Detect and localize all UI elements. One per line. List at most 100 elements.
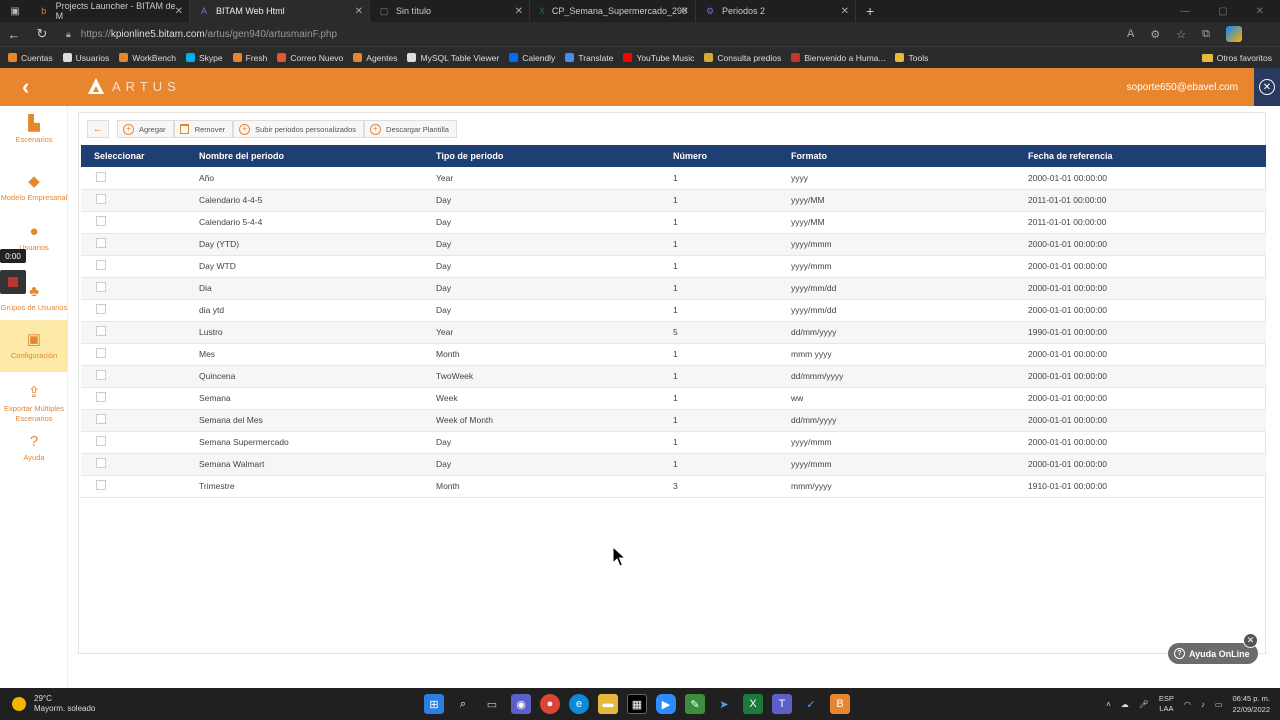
col-header-select[interactable]: Seleccionar (81, 145, 199, 167)
start-icon[interactable]: ⊞ (424, 694, 444, 714)
bookmark-item[interactable]: Agentes (353, 53, 397, 63)
nav-item[interactable]: ◆ Modelo Empresarial (0, 164, 68, 212)
browser-tab[interactable]: A BITAM Web Html ✕ (190, 0, 370, 22)
nav-item[interactable]: ⇪ Exportar Múltiples Escenarios (0, 376, 68, 432)
row-checkbox[interactable] (96, 348, 106, 358)
battery-icon[interactable]: ▭ (1215, 700, 1223, 709)
browser-tab[interactable]: b Projects Launcher - BITAM de M ✕ (30, 0, 190, 22)
col-header-type[interactable]: Tipo de periodo (436, 145, 673, 167)
teams-icon[interactable]: T (772, 694, 792, 714)
row-checkbox[interactable] (96, 392, 106, 402)
search-icon[interactable]: ⌕ (453, 694, 473, 714)
remove-button[interactable]: Remover (173, 120, 234, 138)
collections-icon[interactable]: ⧉ (1202, 28, 1210, 41)
bing-icon[interactable] (1226, 26, 1242, 42)
new-tab-icon[interactable]: + (866, 3, 874, 19)
close-window-icon[interactable]: ✕ (1256, 6, 1264, 17)
browser-tab[interactable]: X CP_Semana_Supermercado_290 ✕ (530, 0, 696, 22)
help-online-button[interactable]: ? Ayuda OnLine (1168, 643, 1258, 664)
notepad-icon[interactable]: ✎ (685, 694, 705, 714)
bookmark-item[interactable]: Tools (895, 53, 928, 63)
edge-icon[interactable]: e (569, 694, 589, 714)
app-icon[interactable]: ▦ (627, 694, 647, 714)
maximize-icon[interactable]: ▢ (1218, 6, 1227, 17)
row-checkbox[interactable] (96, 326, 106, 336)
upload-periods-button[interactable]: + Subir periodos personalizados (233, 120, 365, 138)
cloud-icon[interactable]: ☁ (1121, 700, 1129, 709)
bookmark-item[interactable]: YouTube Music (623, 53, 694, 63)
taskbar-clock[interactable]: 06:45 p. m. 22/09/2022 (1232, 693, 1270, 715)
task-view-icon[interactable]: ▭ (482, 694, 502, 714)
todo-icon[interactable]: ✓ (801, 694, 821, 714)
bookmark-item[interactable]: Fresh (232, 53, 267, 63)
read-aloud-icon[interactable]: A (1127, 28, 1134, 40)
recording-stop-button[interactable] (0, 270, 26, 294)
nav-item[interactable]: ? Ayuda (0, 432, 68, 464)
weather-widget[interactable]: 29°C Mayorm. soleado (12, 694, 95, 714)
bookmark-item[interactable]: Calendly (509, 53, 555, 63)
nav-item[interactable]: ▙ Escenarios (0, 110, 68, 150)
volume-icon[interactable]: ♪ (1201, 700, 1205, 709)
user-email[interactable]: soporte650@ebavel.com (1127, 82, 1238, 93)
table-row[interactable]: Lustro Year 5 dd/mm/yyyy 1990-01-01 00:00:00 (81, 321, 1266, 344)
row-checkbox[interactable] (96, 216, 106, 226)
table-row[interactable]: Año Year 1 yyyy 2000-01-01 00:00:00 (81, 167, 1266, 190)
tab-close-icon[interactable]: ✕ (175, 6, 183, 17)
row-checkbox[interactable] (96, 304, 106, 314)
tab-close-icon[interactable]: ✕ (681, 6, 689, 17)
logout-button[interactable]: ✕ (1254, 68, 1280, 106)
download-template-button[interactable]: + Descargar Plantilla (364, 120, 457, 138)
table-row[interactable]: Dia Day 1 yyyy/mm/dd 2000-01-01 00:00:00 (81, 277, 1266, 300)
chat-icon[interactable]: ◉ (511, 694, 531, 714)
table-row[interactable]: Day WTD Day 1 yyyy/mmm 2000-01-01 00:00:00 (81, 255, 1266, 278)
favorites-icon[interactable]: ☆ (1176, 28, 1186, 41)
row-checkbox[interactable] (96, 480, 106, 490)
browser-tab[interactable]: ▢ Sin título ✕ (370, 0, 530, 22)
table-row[interactable]: dia ytd Day 1 yyyy/mm/dd 2000-01-01 00:00:00 (81, 299, 1266, 322)
table-row[interactable]: Semana Walmart Day 1 yyyy/mmm 2000-01-01 00:… (81, 453, 1266, 476)
bitam-icon[interactable]: B (830, 694, 850, 714)
tab-close-icon[interactable]: ✕ (355, 6, 363, 17)
table-row[interactable]: Semana Week 1 ww 2000-01-01 00:00:00 (81, 387, 1266, 410)
nav-item[interactable]: ▣ Configuración (0, 320, 68, 372)
bookmark-item[interactable]: MySQL Table Viewer (407, 53, 499, 63)
file-explorer-icon[interactable]: ▬ (598, 694, 618, 714)
row-checkbox[interactable] (96, 260, 106, 270)
table-row[interactable]: Calendario 5-4-4 Day 1 yyyy/MM 2011-01-01 00… (81, 211, 1266, 234)
toolbar-back-button[interactable]: ← (87, 120, 109, 138)
table-row[interactable]: Semana del Mes Week of Month 1 dd/mm/yyyy 20… (81, 409, 1266, 432)
collapse-chevron-icon[interactable]: ‹ (22, 74, 29, 100)
mic-icon[interactable]: 🎤︎ (1139, 700, 1149, 709)
language-indicator[interactable]: ESP LAA (1159, 694, 1174, 714)
bookmark-item[interactable]: Consulta predios (704, 53, 781, 63)
bookmark-item[interactable]: Cuentas (8, 53, 53, 63)
minimize-icon[interactable]: — (1180, 6, 1190, 17)
bookmark-item[interactable]: Correo Nuevo (277, 53, 343, 63)
row-checkbox[interactable] (96, 171, 106, 182)
row-checkbox[interactable] (96, 414, 106, 424)
bookmark-item[interactable]: Translate (565, 53, 613, 63)
row-checkbox[interactable] (96, 282, 106, 292)
zoom-icon[interactable]: ▶ (656, 694, 676, 714)
bookmark-item[interactable]: WorkBench (119, 53, 176, 63)
tab-close-icon[interactable]: ✕ (515, 6, 523, 17)
col-header-format[interactable]: Formato (791, 145, 1028, 167)
row-checkbox[interactable] (96, 370, 106, 380)
table-row[interactable]: Calendario 4-4-5 Day 1 yyyy/MM 2011-01-01 00… (81, 189, 1266, 212)
bookmark-item[interactable]: Skype (186, 53, 223, 63)
other-favorites[interactable]: Otros favoritos (1201, 53, 1280, 63)
table-row[interactable]: Semana Supermercado Day 1 yyyy/mmm 2000-01-0… (81, 431, 1266, 454)
table-row[interactable]: Mes Month 1 mmm yyyy 2000-01-01 00:00:00 (81, 343, 1266, 366)
reload-icon[interactable]: ↻ (28, 22, 56, 46)
tab-close-icon[interactable]: ✕ (841, 6, 849, 17)
row-checkbox[interactable] (96, 458, 106, 468)
row-checkbox[interactable] (96, 194, 106, 204)
row-checkbox[interactable] (96, 238, 106, 248)
window-menu-icon[interactable]: ▣ (0, 0, 30, 22)
row-checkbox[interactable] (96, 436, 106, 446)
wifi-icon[interactable]: ◠ (1184, 700, 1191, 709)
tray-chevron-icon[interactable]: ˄ (1106, 700, 1111, 709)
excel-icon[interactable]: X (743, 694, 763, 714)
add-button[interactable]: + Agregar (117, 120, 174, 138)
chrome-icon[interactable]: ● (540, 694, 560, 714)
